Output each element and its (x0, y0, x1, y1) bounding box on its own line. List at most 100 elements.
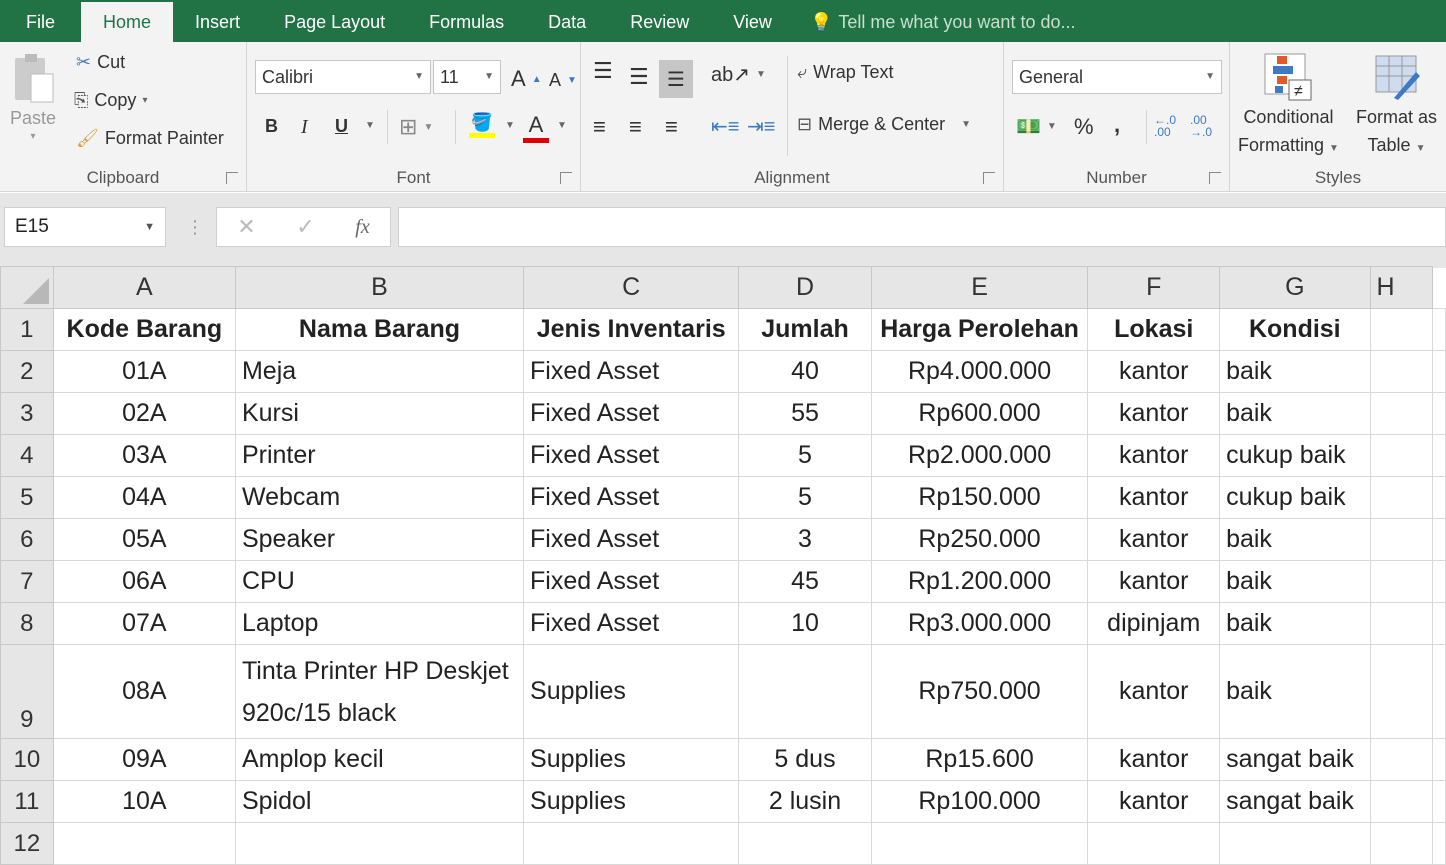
font-size-select[interactable]: 11 ▼ (433, 60, 501, 94)
cell-a3[interactable]: 02A (52, 392, 236, 435)
cell-c6[interactable]: Fixed Asset (523, 518, 740, 561)
cell-g6[interactable]: baik (1219, 518, 1371, 561)
align-right-button[interactable]: ≡ (665, 114, 678, 140)
cell-b3[interactable]: Kursi (234, 392, 525, 435)
tab-data[interactable]: Data (526, 2, 608, 42)
wrap-text-button[interactable]: ⤶ Wrap Text (797, 62, 893, 83)
cell-f9[interactable]: kantor (1087, 644, 1221, 739)
cell-h9[interactable] (1369, 644, 1434, 739)
format-as-table-button[interactable]: Format as Table ▼ (1356, 52, 1437, 162)
cell-overflow[interactable] (1432, 350, 1446, 393)
cell-d6[interactable]: 3 (738, 518, 872, 561)
cell-g12[interactable] (1219, 822, 1371, 865)
cell-f12[interactable] (1087, 822, 1221, 865)
align-left-button[interactable]: ≡ (593, 114, 606, 140)
cell-b12[interactable] (234, 822, 525, 865)
tab-view[interactable]: View (711, 2, 794, 42)
row-header[interactable]: 10 (0, 738, 54, 781)
cell-e12[interactable] (870, 822, 1089, 865)
format-painter-button[interactable]: 🖌 Format Painter (76, 128, 224, 149)
font-name-select[interactable]: Calibri ▼ (255, 60, 431, 94)
cell-g9[interactable]: baik (1219, 644, 1371, 739)
cell-a12[interactable] (52, 822, 236, 865)
cell-d1[interactable]: Jumlah (738, 308, 872, 351)
paste-button[interactable]: Paste ▾ (10, 52, 56, 142)
cell-overflow[interactable] (1432, 780, 1446, 823)
cell-b9[interactable]: Tinta Printer HP Deskjet 920c/15 black (234, 644, 525, 739)
cell-d8[interactable]: 10 (738, 602, 872, 645)
borders-button[interactable]: ⊞ ▼ (399, 114, 433, 140)
select-all-corner[interactable] (0, 266, 54, 309)
cell-h8[interactable] (1369, 602, 1434, 645)
cut-button[interactable]: ✂ Cut (76, 52, 125, 73)
cell-a4[interactable]: 03A (52, 434, 236, 477)
cell-b5[interactable]: Webcam (234, 476, 525, 519)
cell-h7[interactable] (1369, 560, 1434, 603)
row-header[interactable]: 3 (0, 392, 54, 435)
cell-g10[interactable]: sangat baik (1219, 738, 1371, 781)
tab-home[interactable]: Home (81, 2, 174, 42)
cell-d3[interactable]: 55 (738, 392, 872, 435)
accounting-format-button[interactable]: 💵 ▼ (1016, 114, 1057, 139)
cell-d10[interactable]: 5 dus (738, 738, 872, 781)
cell-overflow[interactable] (1432, 476, 1446, 519)
cell-b11[interactable]: Spidol (234, 780, 525, 823)
column-header-f[interactable]: F (1087, 266, 1221, 309)
cell-f10[interactable]: kantor (1087, 738, 1221, 781)
cell-b8[interactable]: Laptop (234, 602, 525, 645)
cell-g7[interactable]: baik (1219, 560, 1371, 603)
dialog-launcher-icon[interactable] (226, 172, 238, 184)
cell-f6[interactable]: kantor (1087, 518, 1221, 561)
cell-b7[interactable]: CPU (234, 560, 525, 603)
cell-f4[interactable]: kantor (1087, 434, 1221, 477)
cell-h4[interactable] (1369, 434, 1434, 477)
decrease-decimal-button[interactable]: .00 →.0 (1190, 114, 1220, 138)
enter-icon[interactable]: ✓ (296, 214, 314, 240)
cell-c1[interactable]: Jenis Inventaris (523, 308, 740, 351)
cell-f2[interactable]: kantor (1087, 350, 1221, 393)
cell-h5[interactable] (1369, 476, 1434, 519)
cell-c7[interactable]: Fixed Asset (523, 560, 740, 603)
cell-e5[interactable]: Rp150.000 (870, 476, 1089, 519)
cell-b2[interactable]: Meja (234, 350, 525, 393)
cell-g3[interactable]: baik (1219, 392, 1371, 435)
row-header[interactable]: 7 (0, 560, 54, 603)
tab-file[interactable]: File (0, 2, 81, 42)
tab-formulas[interactable]: Formulas (407, 2, 526, 42)
cell-overflow[interactable] (1432, 434, 1446, 477)
cell-e1[interactable]: Harga Perolehan (870, 308, 1089, 351)
cell-d7[interactable]: 45 (738, 560, 872, 603)
cell-e11[interactable]: Rp100.000 (870, 780, 1089, 823)
row-header[interactable]: 9 (0, 644, 54, 739)
row-header[interactable]: 12 (0, 822, 54, 865)
cell-e10[interactable]: Rp15.600 (870, 738, 1089, 781)
cell-d12[interactable] (738, 822, 872, 865)
column-header-e[interactable]: E (870, 266, 1089, 309)
row-header[interactable]: 1 (0, 308, 54, 351)
cell-g5[interactable]: cukup baik (1219, 476, 1371, 519)
cell-h1[interactable] (1369, 308, 1434, 351)
cell-f7[interactable]: kantor (1087, 560, 1221, 603)
bottom-align-button[interactable]: ☰ (659, 60, 693, 98)
align-center-button[interactable]: ≡ (629, 114, 642, 140)
column-header-c[interactable]: C (523, 266, 740, 309)
cell-c4[interactable]: Fixed Asset (523, 434, 740, 477)
cell-a11[interactable]: 10A (52, 780, 236, 823)
column-header-d[interactable]: D (738, 266, 872, 309)
merge-center-button[interactable]: ⊟ Merge & Center ▼ (797, 114, 971, 135)
grow-font-button[interactable]: A ▲ (511, 66, 542, 92)
row-header[interactable]: 6 (0, 518, 54, 561)
cell-overflow[interactable] (1432, 560, 1446, 603)
cell-a10[interactable]: 09A (52, 738, 236, 781)
cell-a2[interactable]: 01A (52, 350, 236, 393)
orientation-button[interactable]: ab↗ ▼ (711, 62, 766, 87)
cell-f3[interactable]: kantor (1087, 392, 1221, 435)
underline-button[interactable]: U (335, 116, 348, 137)
cell-d9[interactable] (738, 644, 872, 739)
cell-f8[interactable]: dipinjam (1087, 602, 1221, 645)
cell-overflow[interactable] (1432, 518, 1446, 561)
column-header-b[interactable]: B (234, 266, 525, 309)
cell-c5[interactable]: Fixed Asset (523, 476, 740, 519)
cell-f5[interactable]: kantor (1087, 476, 1221, 519)
cell-overflow[interactable] (1432, 602, 1446, 645)
